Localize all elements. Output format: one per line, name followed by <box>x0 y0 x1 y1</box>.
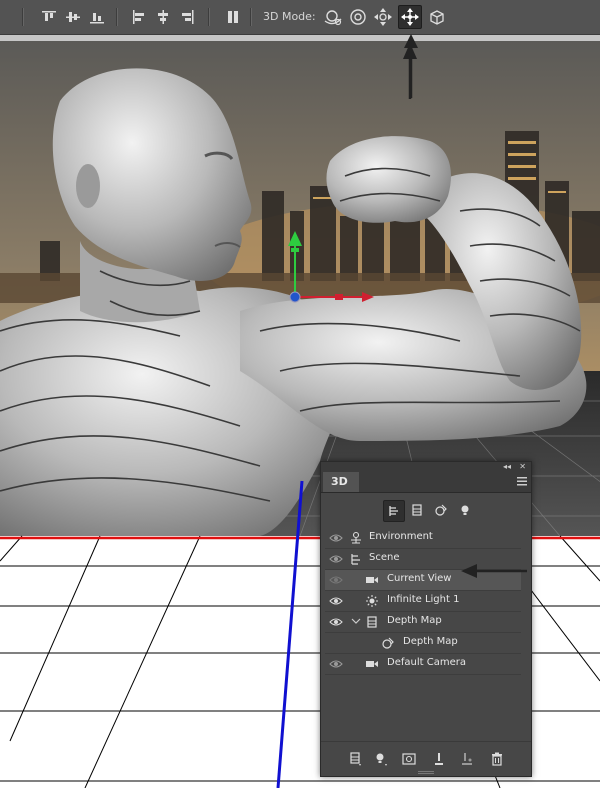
layer-row-environment[interactable]: Environment <box>325 528 521 549</box>
callout-arrow-current-view <box>461 564 527 578</box>
drop-to-plane-icon[interactable] <box>431 751 447 767</box>
camera-icon <box>366 661 378 667</box>
align-vertical-centers-icon[interactable] <box>62 6 84 28</box>
options-bar: 3D Mode: <box>0 0 600 35</box>
environment-icon <box>351 531 361 544</box>
layer-label: Infinite Light 1 <box>387 594 460 605</box>
3d-panel: ◂◂ ✕ 3D Environment Scene Current View I… <box>320 461 532 777</box>
layer-row-default-camera[interactable]: Default Camera <box>325 654 521 675</box>
align-top-edges-icon[interactable] <box>38 6 60 28</box>
layer-label: Current View <box>387 573 452 584</box>
whole-scene-icon[interactable] <box>383 500 405 522</box>
add-light-icon[interactable] <box>373 751 389 767</box>
layer-label: Depth Map <box>387 615 442 626</box>
toolbar-separator <box>116 8 118 26</box>
orbit-3d-icon[interactable] <box>322 6 344 28</box>
align-left-edges-icon[interactable] <box>128 6 150 28</box>
layer-row-infinite-light[interactable]: Infinite Light 1 <box>325 591 521 612</box>
tab-3d[interactable]: 3D <box>323 472 359 492</box>
close-panel-icon[interactable]: ✕ <box>519 462 526 472</box>
panel-bottom-bar <box>321 741 531 776</box>
panel-tab-bar: 3D <box>321 472 531 493</box>
visibility-eye-icon[interactable] <box>329 595 343 607</box>
ground-shadow-icon[interactable] <box>459 751 475 767</box>
mesh-icon <box>367 616 377 628</box>
align-horizontal-centers-icon[interactable] <box>152 6 174 28</box>
collapse-panel-icon[interactable]: ◂◂ <box>503 462 511 472</box>
render-icon[interactable] <box>401 751 417 767</box>
panel-resize-grip[interactable] <box>418 771 434 774</box>
layer-row-depth-map-mesh[interactable]: Depth Map <box>325 612 521 633</box>
lights-icon[interactable] <box>455 500 475 520</box>
visibility-eye-icon[interactable] <box>329 616 343 628</box>
add-mesh-icon[interactable] <box>347 751 363 767</box>
layer-label: Scene <box>369 552 400 563</box>
toolbar-separator <box>22 8 24 26</box>
callout-arrow-slide-mode <box>404 34 418 98</box>
slide-3d-icon[interactable] <box>398 5 422 29</box>
chevron-down-icon[interactable] <box>351 616 361 626</box>
visibility-eye-icon[interactable] <box>329 658 343 670</box>
light-icon <box>366 595 378 607</box>
roll-3d-icon[interactable] <box>347 6 369 28</box>
materials-icon[interactable] <box>431 500 451 520</box>
visibility-eye-icon[interactable] <box>329 532 343 544</box>
drag-3d-icon[interactable] <box>372 6 394 28</box>
camera-icon <box>366 577 378 583</box>
auto-align-layers-icon[interactable] <box>222 6 244 28</box>
visibility-eye-icon[interactable] <box>329 553 343 565</box>
panel-filter-bar <box>321 493 531 527</box>
align-right-edges-icon[interactable] <box>176 6 198 28</box>
toolbar-separator <box>208 8 210 26</box>
scale-3d-icon[interactable] <box>426 6 448 28</box>
scene-layer-list: Environment Scene Current View Infinite … <box>325 528 521 675</box>
toolbar-separator <box>250 8 252 26</box>
layer-label: Depth Map <box>403 636 458 647</box>
meshes-icon[interactable] <box>407 500 427 520</box>
layer-label: Environment <box>369 531 433 542</box>
visibility-eye-icon[interactable] <box>329 574 343 586</box>
align-bottom-edges-icon[interactable] <box>86 6 108 28</box>
delete-icon[interactable] <box>489 751 505 767</box>
panel-menu-icon[interactable] <box>517 477 527 486</box>
material-icon <box>382 637 394 649</box>
layer-label: Default Camera <box>387 657 466 668</box>
panel-header-strip: ◂◂ ✕ <box>321 462 531 472</box>
layer-row-depth-map-material[interactable]: Depth Map <box>325 633 521 654</box>
3d-mode-label: 3D Mode: <box>263 10 316 23</box>
scene-icon <box>351 554 360 565</box>
